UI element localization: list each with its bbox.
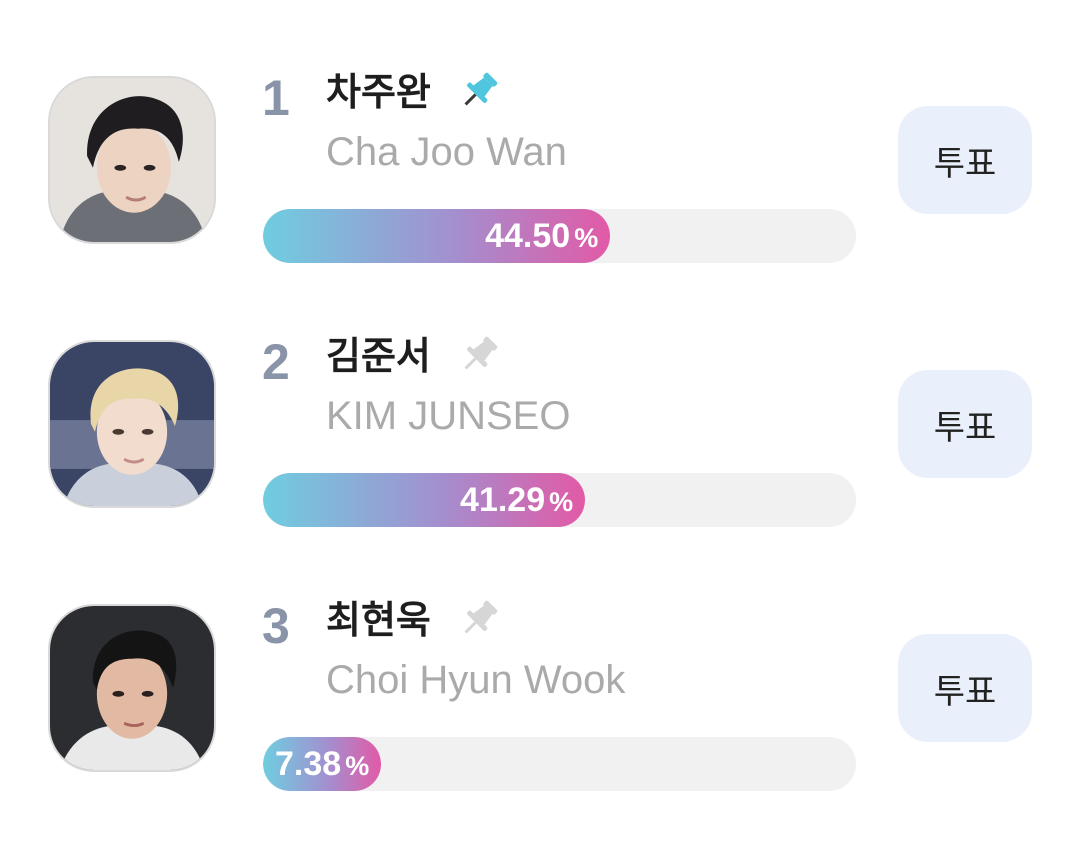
vote-share-bar: 44.50%	[263, 209, 856, 263]
candidate-ranking-list: 1 차주완 Cha Joo Wan 44.50% 투표 2 김준서 KIM JU…	[0, 0, 1080, 843]
candidate-row: 1 차주완 Cha Joo Wan 44.50% 투표	[0, 0, 1080, 264]
vote-share-bar: 7.38%	[263, 737, 856, 791]
vote-share-bar-fill: 44.50%	[263, 209, 611, 263]
vote-button[interactable]: 투표	[898, 634, 1032, 742]
candidate-name-english: Cha Joo Wan	[326, 130, 567, 174]
vote-share-bar-fill: 7.38%	[263, 737, 382, 791]
pin-icon[interactable]	[456, 596, 502, 642]
candidate-photo	[48, 604, 216, 772]
candidate-name-korean: 차주완	[326, 70, 431, 114]
pin-icon[interactable]	[456, 332, 502, 378]
vote-share-label: 44.50%	[485, 217, 599, 255]
rank-number: 3	[262, 598, 290, 654]
candidate-name-korean: 최현욱	[326, 598, 431, 642]
rank-number: 1	[262, 70, 290, 126]
candidate-photo	[48, 340, 216, 508]
vote-share-label: 41.29%	[460, 481, 574, 519]
candidate-name-english: KIM JUNSEO	[326, 394, 571, 438]
rank-number: 2	[262, 334, 290, 390]
candidate-name-english: Choi Hyun Wook	[326, 658, 626, 702]
candidate-row: 2 김준서 KIM JUNSEO 41.29% 투표	[0, 264, 1080, 528]
vote-share-label: 7.38%	[275, 745, 370, 783]
pin-icon[interactable]	[456, 68, 502, 114]
candidate-photo	[48, 76, 216, 244]
vote-button[interactable]: 투표	[898, 370, 1032, 478]
vote-share-bar: 41.29%	[263, 473, 856, 527]
candidate-name-korean: 김준서	[326, 334, 431, 378]
vote-share-bar-fill: 41.29%	[263, 473, 586, 527]
vote-button[interactable]: 투표	[898, 106, 1032, 214]
candidate-row: 3 최현욱 Choi Hyun Wook 7.38% 투표	[0, 528, 1080, 792]
